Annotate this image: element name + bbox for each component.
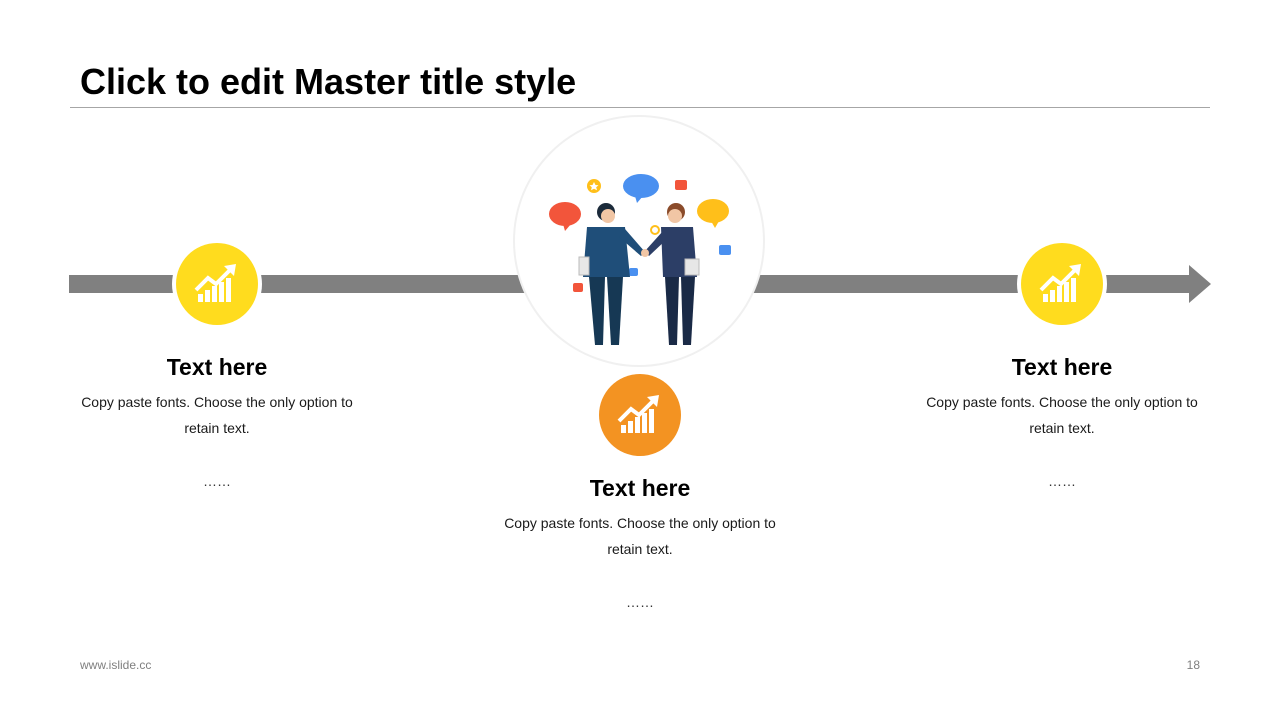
growth-badge-left: [176, 243, 258, 325]
business-handshake-icon: [549, 174, 731, 345]
growth-badge-center: [599, 374, 681, 456]
growth-badge-right: [1021, 243, 1103, 325]
slide-title[interactable]: Click to edit Master title style: [80, 60, 576, 104]
block-heading[interactable]: Text here: [72, 353, 362, 381]
title-divider: [70, 107, 1210, 108]
growth-chart-icon: [617, 395, 659, 433]
block-ellipsis[interactable]: ……: [495, 592, 785, 612]
block-body[interactable]: Copy paste fonts. Choose the only option…: [72, 389, 362, 441]
page-number: 18: [1186, 658, 1200, 672]
block-heading[interactable]: Text here: [917, 353, 1207, 381]
block-ellipsis[interactable]: ……: [917, 471, 1207, 491]
block-heading[interactable]: Text here: [495, 474, 785, 502]
text-block-left: Text here Copy paste fonts. Choose the o…: [72, 353, 362, 491]
text-block-right: Text here Copy paste fonts. Choose the o…: [917, 353, 1207, 491]
block-body[interactable]: Copy paste fonts. Choose the only option…: [495, 510, 785, 562]
footer-url: www.islide.cc: [80, 658, 152, 672]
illustration-circle: [515, 117, 763, 365]
growth-chart-icon: [194, 264, 236, 302]
growth-chart-icon: [1039, 264, 1081, 302]
block-ellipsis[interactable]: ……: [72, 471, 362, 491]
text-block-center: Text here Copy paste fonts. Choose the o…: [495, 474, 785, 612]
block-body[interactable]: Copy paste fonts. Choose the only option…: [917, 389, 1207, 441]
